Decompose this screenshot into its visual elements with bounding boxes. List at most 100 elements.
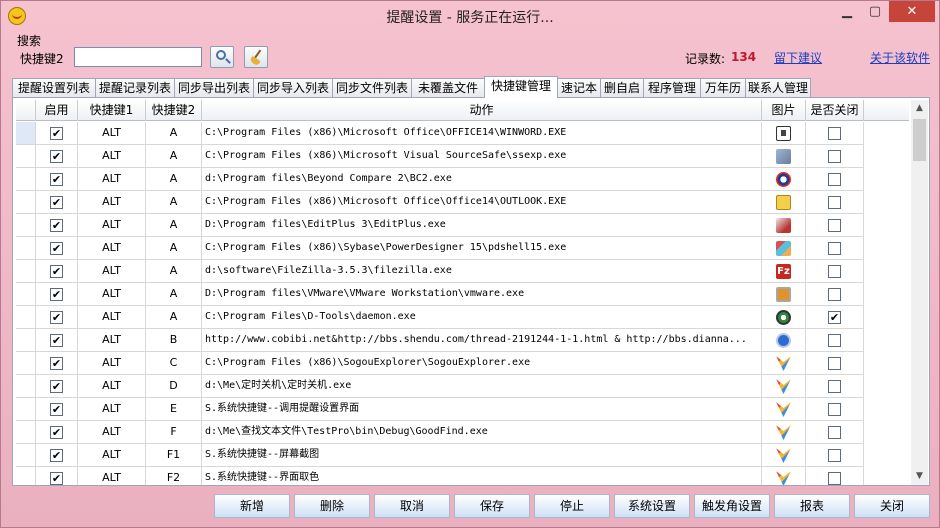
action-cell[interactable]: C:\Program Files (x86)\SogouExplorer\Sog… <box>202 352 762 375</box>
system-settings-button[interactable]: 系统设置 <box>614 494 690 518</box>
hotkey1-cell[interactable]: ALT <box>78 168 146 191</box>
action-cell[interactable]: S.系统快捷键--界面取色 <box>202 467 762 485</box>
row-header[interactable] <box>16 145 36 168</box>
hotkey1-cell[interactable]: ALT <box>78 329 146 352</box>
close-checkbox[interactable] <box>828 357 841 370</box>
tab-reminder-records[interactable]: 提醒记录列表 <box>95 78 175 97</box>
hotkey-search-input[interactable] <box>74 47 202 67</box>
tab-remove-autostart[interactable]: 删自启 <box>600 78 644 97</box>
stop-button[interactable]: 停止 <box>534 494 610 518</box>
hotkey2-cell[interactable]: A <box>146 145 202 168</box>
action-cell[interactable]: http://www.cobibi.net&http://bbs.shendu.… <box>202 329 762 352</box>
table-row[interactable]: ✔ ALT A C:\Program Files (x86)\Sybase\Power… <box>16 237 909 260</box>
trigger-corner-button[interactable]: 触发角设置 <box>694 494 770 518</box>
hotkey2-cell[interactable]: A <box>146 306 202 329</box>
report-button[interactable]: 报表 <box>774 494 850 518</box>
row-header[interactable] <box>16 122 36 145</box>
close-window-button[interactable]: ✕ <box>889 1 935 22</box>
column-header-close[interactable]: 是否关闭 <box>806 100 864 121</box>
action-cell[interactable]: C:\Program Files (x86)\Microsoft Office\… <box>202 191 762 214</box>
table-row[interactable]: ✔ ALT F2 S.系统快捷键--界面取色 <box>16 467 909 485</box>
hotkey2-cell[interactable]: A <box>146 237 202 260</box>
enabled-checkbox[interactable]: ✔ <box>50 426 63 439</box>
tab-uncovered-files[interactable]: 未覆盖文件 <box>411 78 485 97</box>
hotkey2-cell[interactable]: A <box>146 168 202 191</box>
hotkey2-cell[interactable]: A <box>146 191 202 214</box>
close-checkbox[interactable] <box>828 426 841 439</box>
table-row[interactable]: ✔ ALT A C:\Program Files (x86)\Microsoft Of… <box>16 191 909 214</box>
tab-reminder-list[interactable]: 提醒设置列表 <box>12 78 96 97</box>
close-checkbox[interactable] <box>828 242 841 255</box>
table-row[interactable]: ✔ ALT Fd:\Me\查找文本文件\TestPro\bin\Debug\Good… <box>16 421 909 444</box>
column-header-hotkey1[interactable]: 快捷键1 <box>78 100 146 121</box>
scroll-thumb[interactable] <box>913 119 926 161</box>
close-checkbox[interactable] <box>828 449 841 462</box>
enabled-checkbox[interactable]: ✔ <box>50 196 63 209</box>
row-header[interactable] <box>16 168 36 191</box>
tab-program-manage[interactable]: 程序管理 <box>643 78 701 97</box>
save-button[interactable]: 保存 <box>454 494 530 518</box>
hotkey1-cell[interactable]: ALT <box>78 191 146 214</box>
enabled-checkbox[interactable]: ✔ <box>50 288 63 301</box>
column-header-image[interactable]: 图片 <box>762 100 806 121</box>
close-checkbox[interactable]: ✔ <box>828 311 841 324</box>
vertical-scrollbar[interactable]: ▲ ▼ <box>911 100 928 485</box>
minimize-button[interactable]: ▁ <box>833 1 861 22</box>
close-checkbox[interactable] <box>828 380 841 393</box>
column-header-hotkey2[interactable]: 快捷键2 <box>146 100 202 121</box>
row-header[interactable] <box>16 237 36 260</box>
table-row[interactable]: ✔ ALT A C:\Program Files (x86)\Microsoft Vi… <box>16 145 909 168</box>
table-row[interactable]: ✔ ALT Ad:\software\FileZilla-3.5.3\filezil… <box>16 260 909 283</box>
hotkey1-cell[interactable]: ALT <box>78 467 146 485</box>
enabled-checkbox[interactable]: ✔ <box>50 334 63 347</box>
tab-hotkey-manage[interactable]: 快捷键管理 <box>484 76 558 98</box>
enabled-checkbox[interactable]: ✔ <box>50 127 63 140</box>
title-bar[interactable]: 提醒设置 - 服务正在运行... ▁ ▢ ✕ <box>1 1 939 31</box>
tab-sync-files[interactable]: 同步文件列表 <box>332 78 412 97</box>
row-header[interactable] <box>16 467 36 485</box>
close-checkbox[interactable] <box>828 334 841 347</box>
hotkey2-cell[interactable]: F <box>146 421 202 444</box>
tab-notebook[interactable]: 速记本 <box>557 78 601 97</box>
enabled-checkbox[interactable]: ✔ <box>50 449 63 462</box>
table-row[interactable]: ✔ ALT Ad:\Program files\Beyond Compare 2\B… <box>16 168 909 191</box>
row-header[interactable] <box>16 329 36 352</box>
hotkey1-cell[interactable]: ALT <box>78 398 146 421</box>
table-row[interactable]: ✔ ALT A C:\Program Files\D-Tools\daemon.exe… <box>16 306 909 329</box>
clear-button[interactable] <box>244 46 268 68</box>
enabled-checkbox[interactable]: ✔ <box>50 242 63 255</box>
scroll-down-icon[interactable]: ▼ <box>911 468 928 485</box>
close-checkbox[interactable] <box>828 288 841 301</box>
action-cell[interactable]: C:\Program Files (x86)\Microsoft Visual … <box>202 145 762 168</box>
action-cell[interactable]: D:\Program files\VMware\VMware Workstati… <box>202 283 762 306</box>
action-cell[interactable]: C:\Program Files (x86)\Microsoft Office\… <box>202 122 762 145</box>
hotkey1-cell[interactable]: ALT <box>78 421 146 444</box>
hotkey2-cell[interactable]: A <box>146 214 202 237</box>
scroll-up-icon[interactable]: ▲ <box>911 100 928 117</box>
hotkey2-cell[interactable]: A <box>146 283 202 306</box>
row-header[interactable] <box>16 260 36 283</box>
close-checkbox[interactable] <box>828 472 841 485</box>
table-row[interactable]: ✔ ALT A D:\Program files\EditPlus 3\EditPlu… <box>16 214 909 237</box>
action-cell[interactable]: d:\Me\查找文本文件\TestPro\bin\Debug\GoodFind.… <box>202 421 762 444</box>
hotkey1-cell[interactable]: ALT <box>78 145 146 168</box>
tab-calendar[interactable]: 万年历 <box>700 78 746 97</box>
hotkey1-cell[interactable]: ALT <box>78 237 146 260</box>
hotkey2-cell[interactable]: B <box>146 329 202 352</box>
enabled-checkbox[interactable]: ✔ <box>50 150 63 163</box>
column-header-enabled[interactable]: 启用 <box>36 100 78 121</box>
row-header[interactable] <box>16 444 36 467</box>
table-row[interactable]: ✔ ALT E S.系统快捷键--调用提醒设置界面 <box>16 398 909 421</box>
row-header[interactable] <box>16 306 36 329</box>
enabled-checkbox[interactable]: ✔ <box>50 472 63 485</box>
close-checkbox[interactable] <box>828 196 841 209</box>
hotkey2-cell[interactable]: F1 <box>146 444 202 467</box>
hotkey2-cell[interactable]: A <box>146 260 202 283</box>
row-header[interactable] <box>16 398 36 421</box>
hotkey2-cell[interactable]: A <box>146 122 202 145</box>
action-cell[interactable]: d:\Me\定时关机\定时关机.exe <box>202 375 762 398</box>
search-button[interactable] <box>210 46 234 68</box>
tab-sync-import[interactable]: 同步导入列表 <box>253 78 333 97</box>
enabled-checkbox[interactable]: ✔ <box>50 311 63 324</box>
action-cell[interactable]: d:\Program files\Beyond Compare 2\BC2.ex… <box>202 168 762 191</box>
